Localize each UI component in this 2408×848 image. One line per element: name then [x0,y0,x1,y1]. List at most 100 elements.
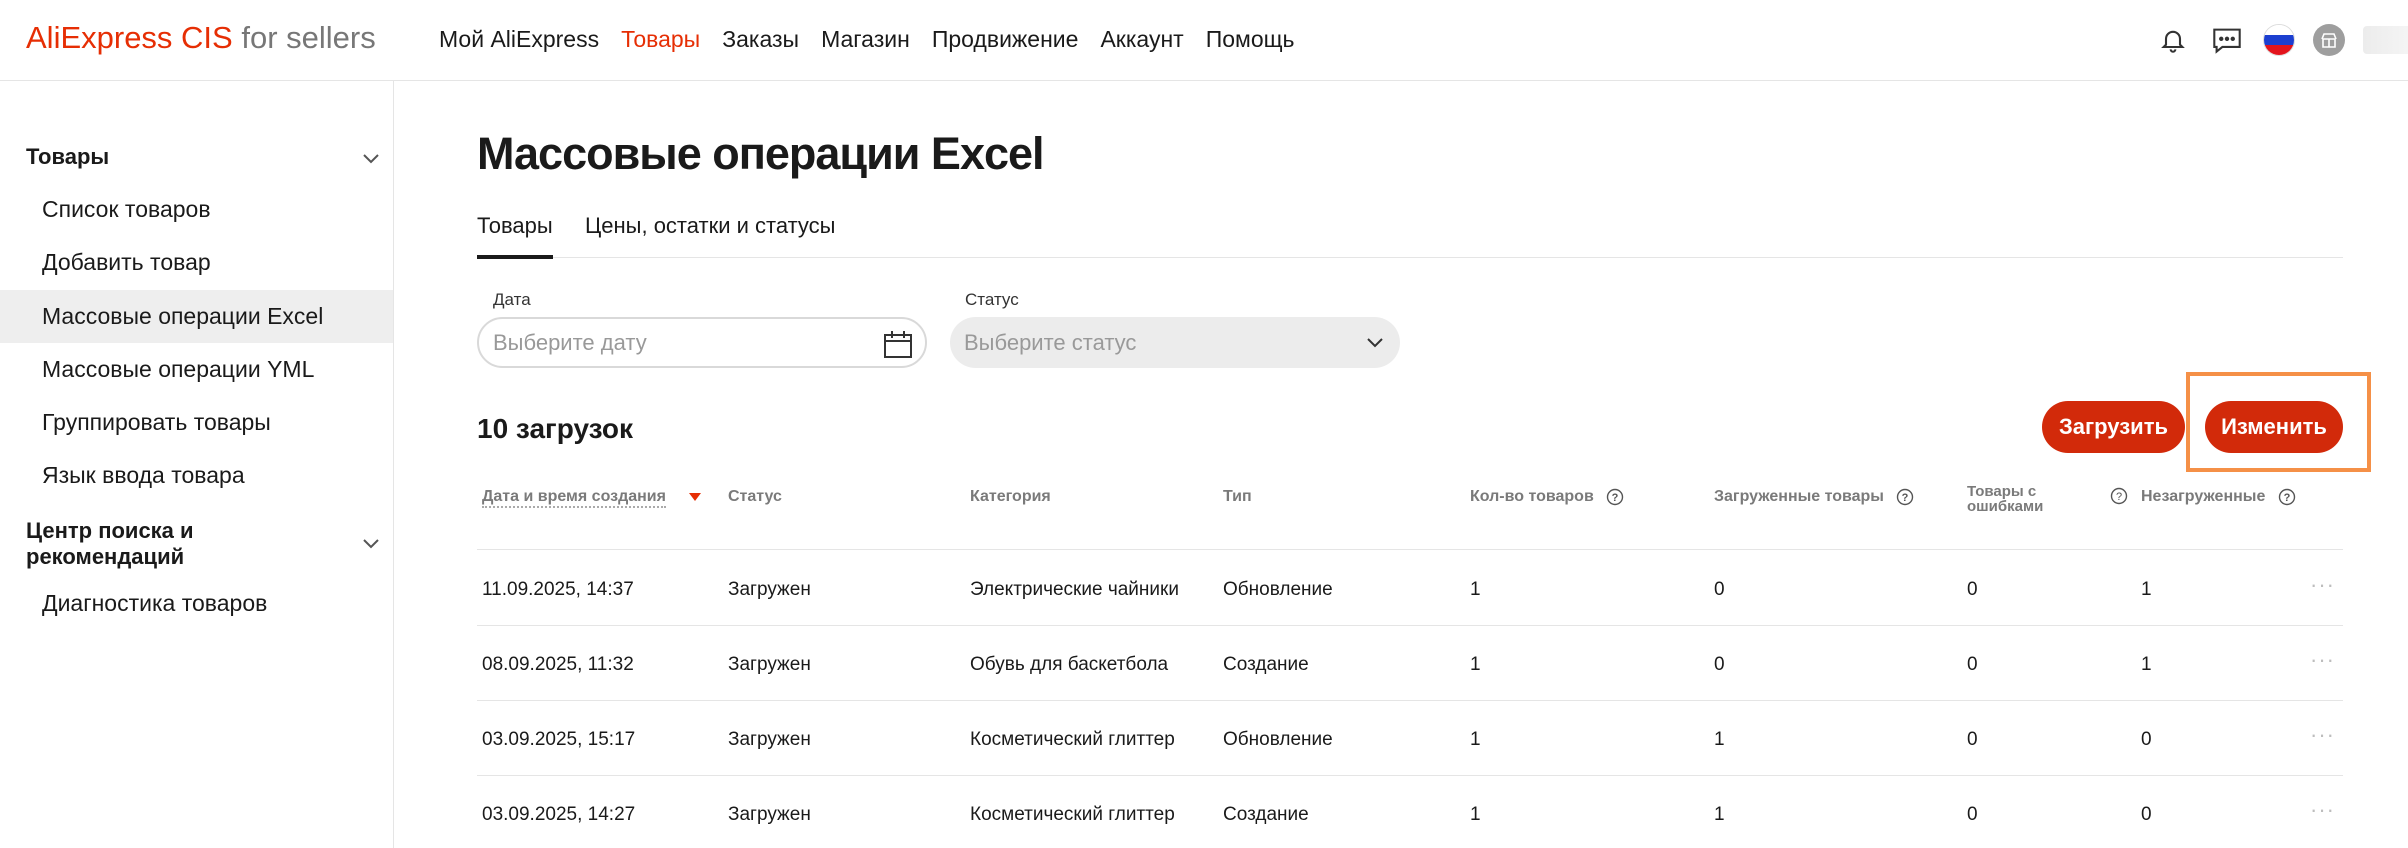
highlight-frame [2186,372,2371,472]
column-header-product-count: Кол-во товаров ? [1470,488,1624,506]
cell-product-count: 1 [1470,804,1481,825]
cell-category: Косметический глиттер [970,729,1175,750]
sort-desc-icon[interactable] [688,492,702,502]
sidebar-item-excel-operations[interactable]: Массовые операции Excel [0,290,393,343]
nav-account[interactable]: Аккаунт [1100,22,1183,56]
cell-category: Косметический глиттер [970,804,1175,825]
help-icon[interactable]: ? [1896,488,1914,506]
cell-type: Обновление [1223,579,1333,600]
sidebar-section-search-center[interactable]: Центр поиска и рекомендаций [26,518,256,570]
nav-store[interactable]: Магазин [821,22,910,56]
nav-promotion[interactable]: Продвижение [932,22,1079,56]
top-icons [2155,20,2408,60]
user-name-placeholder[interactable] [2363,26,2408,54]
column-header-status: Статус [728,488,782,505]
cell-created: 03.09.2025, 15:17 [482,729,636,750]
top-navigation: Мой AliExpress Товары Заказы Магазин Про… [439,22,1295,56]
message-icon[interactable] [2209,22,2245,58]
table-divider [477,625,2343,626]
cell-category: Обувь для баскетбола [970,654,1169,675]
help-icon[interactable]: ? [2110,487,2128,505]
cell-not-uploaded: 1 [2141,579,2152,600]
chevron-down-icon[interactable] [360,147,382,169]
status-placeholder: Выберите статус [964,329,1137,355]
table-divider [477,775,2343,776]
top-bar: AliExpress CIS for sellers Мой AliExpres… [0,0,2408,81]
svg-text:?: ? [2116,491,2122,503]
cell-product-count: 1 [1470,579,1481,600]
row-menu-button[interactable]: ··· [2310,574,2335,596]
date-input[interactable]: Выберите дату [477,317,927,368]
nav-products[interactable]: Товары [621,22,700,56]
bell-icon[interactable] [2155,22,2191,58]
column-header-label: Незагруженные [2141,488,2266,506]
table-divider [477,549,2343,550]
cell-uploaded: 0 [1714,654,1725,675]
cell-product-count: 1 [1470,729,1481,750]
cell-created: 08.09.2025, 11:32 [482,654,634,675]
sidebar-item-input-language[interactable]: Язык ввода товара [0,449,393,502]
cell-type: Обновление [1223,729,1333,750]
cell-uploaded: 1 [1714,729,1725,750]
tab-prices-stock-statuses[interactable]: Цены, остатки и статусы [585,208,836,244]
cell-errors: 0 [1967,579,1978,600]
column-header-not-uploaded: Незагруженные ? [2141,488,2296,506]
sidebar: Товары Список товаров Добавить товар Мас… [0,81,394,848]
column-header-label: Кол-во товаров [1470,488,1594,506]
cell-status: Загружен [728,654,811,675]
chevron-down-icon[interactable] [360,532,382,554]
row-menu-button[interactable]: ··· [2310,724,2335,746]
date-label: Дата [493,290,531,309]
cell-type: Создание [1223,654,1309,675]
nav-help[interactable]: Помощь [1206,22,1295,56]
cell-uploaded: 1 [1714,804,1725,825]
uploads-count: 10 загрузок [477,413,633,444]
logo[interactable]: AliExpress CIS for sellers [26,18,376,58]
avatar[interactable] [2313,24,2345,56]
cell-uploaded: 0 [1714,579,1725,600]
table-divider [477,700,2343,701]
status-label: Статус [965,290,1019,309]
row-menu-button[interactable]: ··· [2310,799,2335,821]
chevron-down-icon[interactable] [1364,331,1386,353]
cell-created: 11.09.2025, 14:37 [482,579,634,600]
column-header-label: Загруженные товары [1714,488,1884,506]
column-header-uploaded: Загруженные товары ? [1714,488,1914,506]
russia-flag-icon[interactable] [2263,24,2295,56]
cell-status: Загружен [728,804,811,825]
sidebar-item-product-diagnostics[interactable]: Диагностика товаров [0,577,393,630]
svg-text:?: ? [1612,492,1619,504]
sidebar-item-add-product[interactable]: Добавить товар [0,236,393,289]
cell-product-count: 1 [1470,654,1481,675]
date-placeholder: Выберите дату [493,329,647,355]
column-header-type: Тип [1223,488,1252,505]
tabs: Товары Цены, остатки и статусы [477,208,2343,259]
cell-errors: 0 [1967,804,1978,825]
cell-not-uploaded: 1 [2141,654,2152,675]
calendar-icon[interactable] [883,329,913,359]
sidebar-item-yml-operations[interactable]: Массовые операции YML [0,343,393,396]
column-header-created[interactable]: Дата и время создания [482,488,666,508]
sidebar-section-products[interactable]: Товары [26,144,356,170]
sidebar-item-product-list[interactable]: Список товаров [0,183,393,236]
status-select[interactable]: Выберите статус [950,317,1400,368]
nav-orders[interactable]: Заказы [722,22,799,56]
cell-errors: 0 [1967,729,1978,750]
cell-status: Загружен [728,579,811,600]
cell-category: Электрические чайники [970,579,1179,600]
cell-not-uploaded: 0 [2141,729,2152,750]
nav-my-aliexpress[interactable]: Мой AliExpress [439,22,599,56]
help-icon[interactable]: ? [2278,488,2296,506]
cell-errors: 0 [1967,654,1978,675]
column-header-label: Дата и время создания [482,488,666,505]
column-header-category: Категория [970,488,1051,505]
cell-created: 03.09.2025, 14:27 [482,804,636,825]
sidebar-item-group-products[interactable]: Группировать товары [0,396,393,449]
column-header-errors: Товары с ошибками [1967,483,2044,515]
help-icon[interactable]: ? [1606,488,1624,506]
page-title: Массовые операции Excel [477,128,1045,179]
cell-status: Загружен [728,729,811,750]
tab-products[interactable]: Товары [477,208,553,259]
row-menu-button[interactable]: ··· [2310,649,2335,671]
upload-button[interactable]: Загрузить [2042,401,2185,453]
